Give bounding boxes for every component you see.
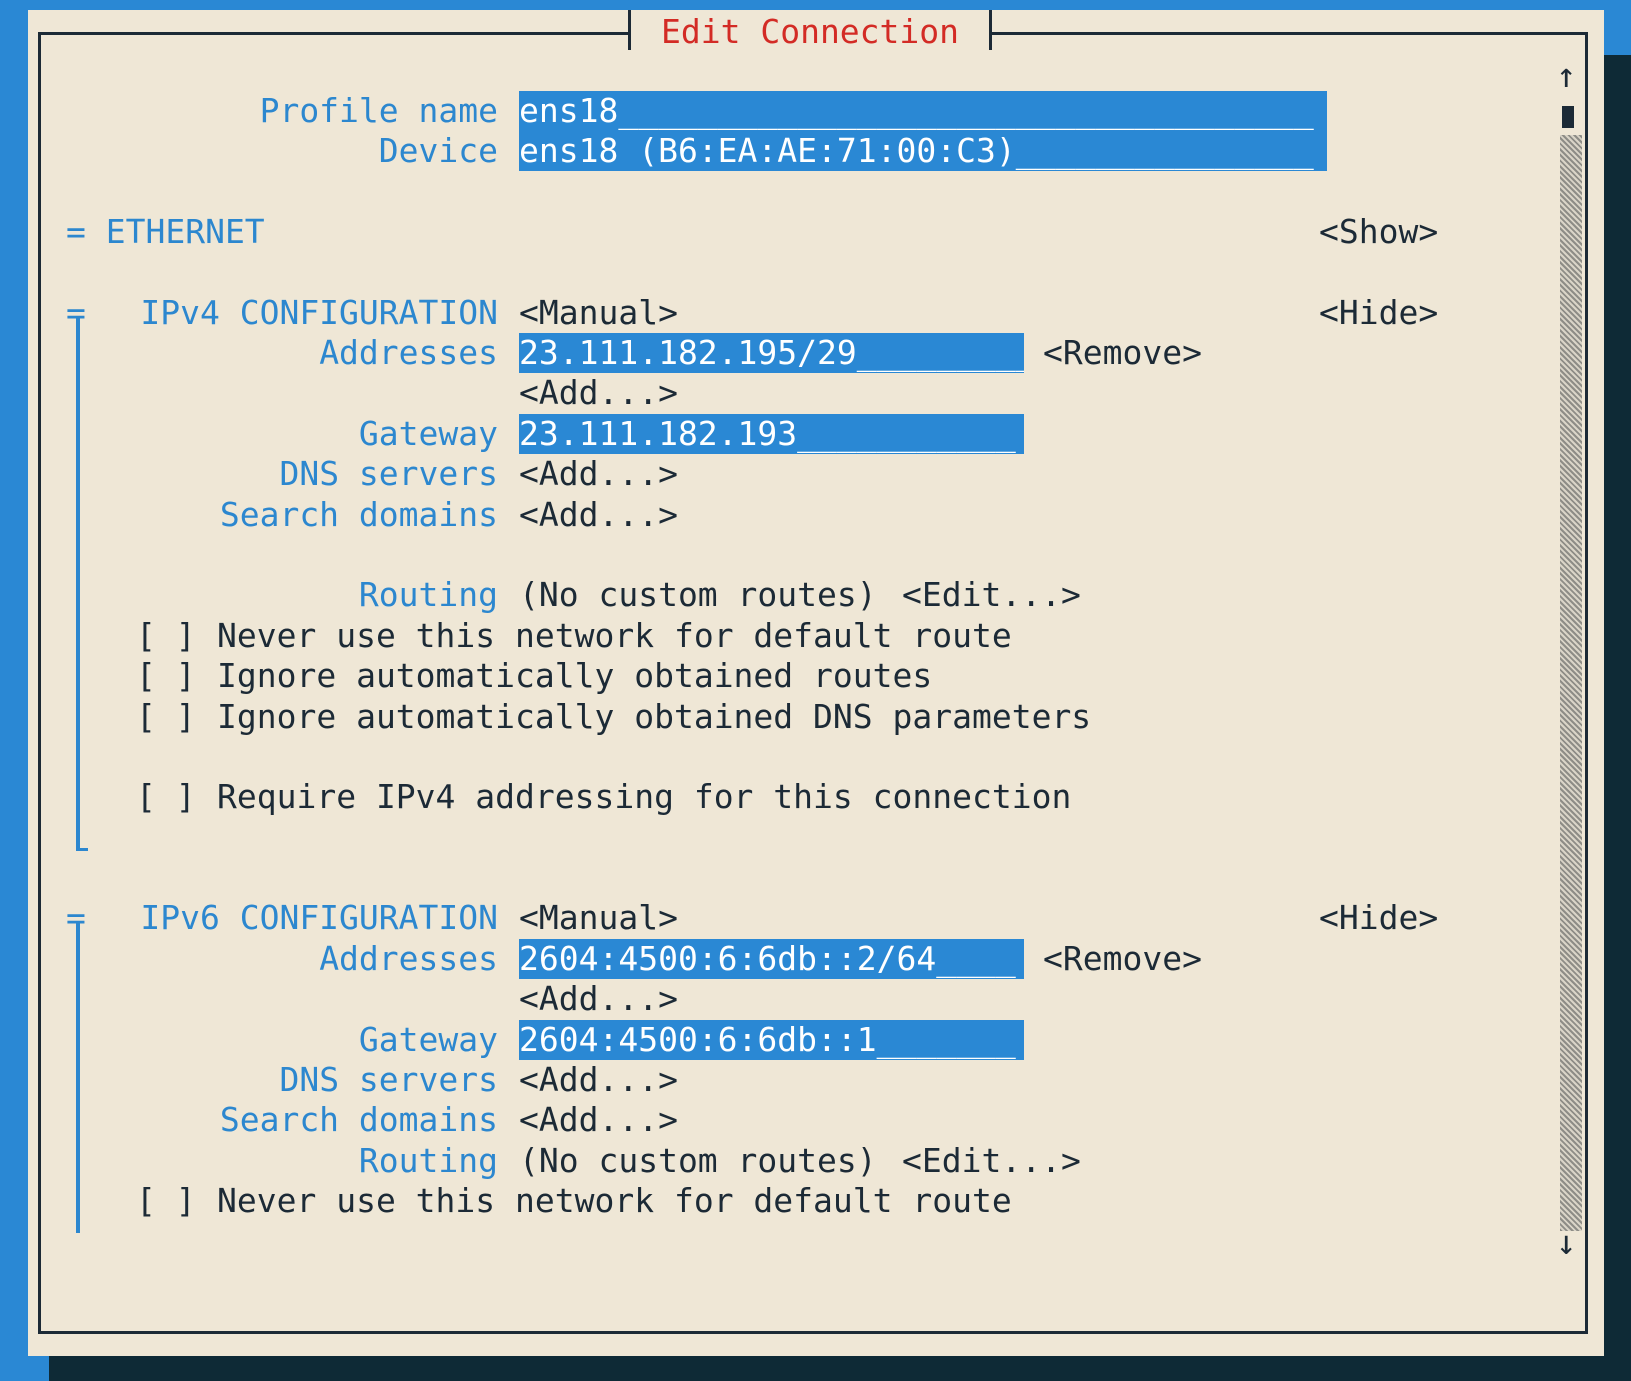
ipv4-ignore-dns-checkbox[interactable]: [ ] — [136, 697, 196, 737]
device-label: Device — [378, 131, 498, 170]
ipv6-routing-label: Routing — [358, 1141, 498, 1180]
ipv4-remove-address-button[interactable]: <Remove> — [1043, 333, 1202, 373]
ipv4-dns-label: DNS servers — [279, 454, 498, 493]
ipv6-address-field[interactable]: 2604:4500:6:6db::2/64____ — [519, 939, 1024, 979]
ipv6-never-default-label: Never use this network for default route — [217, 1181, 1012, 1220]
ipv4-never-default-checkbox[interactable]: [ ] — [136, 616, 196, 656]
ipv6-routing-edit-button[interactable]: <Edit...> — [902, 1141, 1081, 1181]
dialog-title: Edit Connection — [628, 10, 993, 51]
ipv4-never-default-label: Never use this network for default route — [217, 616, 1012, 655]
scroll-up-arrow-icon[interactable]: ↑ — [1556, 56, 1576, 96]
ipv4-method-select[interactable]: <Manual> — [519, 293, 678, 333]
ipv4-add-address-button[interactable]: <Add...> — [519, 373, 678, 413]
ipv6-add-address-button[interactable]: <Add...> — [519, 979, 678, 1019]
profile-name-field[interactable]: ens18___________________________________ — [519, 91, 1327, 131]
ipv4-routing-value: (No custom routes) — [519, 575, 877, 614]
ipv4-gateway-label: Gateway — [358, 414, 498, 453]
ipv6-gateway-label: Gateway — [358, 1020, 498, 1059]
ipv4-require-checkbox[interactable]: [ ] — [136, 777, 196, 817]
ipv6-section-bracket — [76, 923, 80, 1233]
ipv6-method-select[interactable]: <Manual> — [519, 898, 678, 938]
ipv4-ignore-routes-checkbox[interactable]: [ ] — [136, 656, 196, 696]
ethernet-section-header: = ETHERNET — [66, 212, 265, 251]
ipv4-address-field[interactable]: 23.111.182.195/29_________ — [519, 333, 1024, 373]
profile-name-label: Profile name — [259, 91, 498, 130]
ipv6-search-label: Search domains — [219, 1100, 498, 1139]
ipv4-search-add-button[interactable]: <Add...> — [519, 495, 678, 535]
ipv6-gateway-field[interactable]: 2604:4500:6:6db::1_______ — [519, 1020, 1024, 1060]
ipv6-never-default-checkbox[interactable]: [ ] — [136, 1181, 196, 1221]
scroll-down-arrow-icon[interactable]: ↓ — [1556, 1223, 1576, 1263]
dialog-shadow — [49, 1356, 1631, 1381]
ipv4-gateway-field[interactable]: 23.111.182.193___________ — [519, 414, 1024, 454]
ipv4-bracket-end — [76, 848, 88, 851]
ipv4-hide-button[interactable]: <Hide> — [1319, 293, 1438, 333]
ipv4-addresses-label: Addresses — [319, 333, 498, 372]
ipv6-remove-address-button[interactable]: <Remove> — [1043, 939, 1202, 979]
ipv6-dns-label: DNS servers — [279, 1060, 498, 1099]
edit-connection-dialog: Edit Connection Profile name ens18______… — [28, 10, 1604, 1356]
ipv4-section-bracket — [76, 318, 80, 851]
device-field[interactable]: ens18 (B6:EA:AE:71:00:C3)_______________ — [519, 131, 1327, 171]
scrollbar-track[interactable] — [1560, 135, 1582, 1231]
ethernet-show-button[interactable]: <Show> — [1319, 212, 1438, 252]
ipv4-routing-edit-button[interactable]: <Edit...> — [902, 575, 1081, 615]
ipv6-addresses-label: Addresses — [319, 939, 498, 978]
ipv4-ignore-dns-label: Ignore automatically obtained DNS parame… — [217, 697, 1092, 736]
ipv6-section-header: IPv6 CONFIGURATION — [140, 898, 498, 937]
ipv4-search-label: Search domains — [219, 495, 498, 534]
dialog-shadow-right — [1604, 55, 1631, 1381]
ipv4-dns-add-button[interactable]: <Add...> — [519, 454, 678, 494]
ipv6-hide-button[interactable]: <Hide> — [1319, 898, 1438, 938]
ipv6-routing-value: (No custom routes) — [519, 1141, 877, 1180]
ipv6-search-add-button[interactable]: <Add...> — [519, 1100, 678, 1140]
ipv4-require-label: Require IPv4 addressing for this connect… — [217, 777, 1072, 816]
scrollbar-thumb[interactable] — [1562, 106, 1574, 128]
ipv4-section-header: IPv4 CONFIGURATION — [140, 293, 498, 332]
ipv4-ignore-routes-label: Ignore automatically obtained routes — [217, 656, 933, 695]
ipv4-routing-label: Routing — [358, 575, 498, 614]
ipv6-dns-add-button[interactable]: <Add...> — [519, 1060, 678, 1100]
